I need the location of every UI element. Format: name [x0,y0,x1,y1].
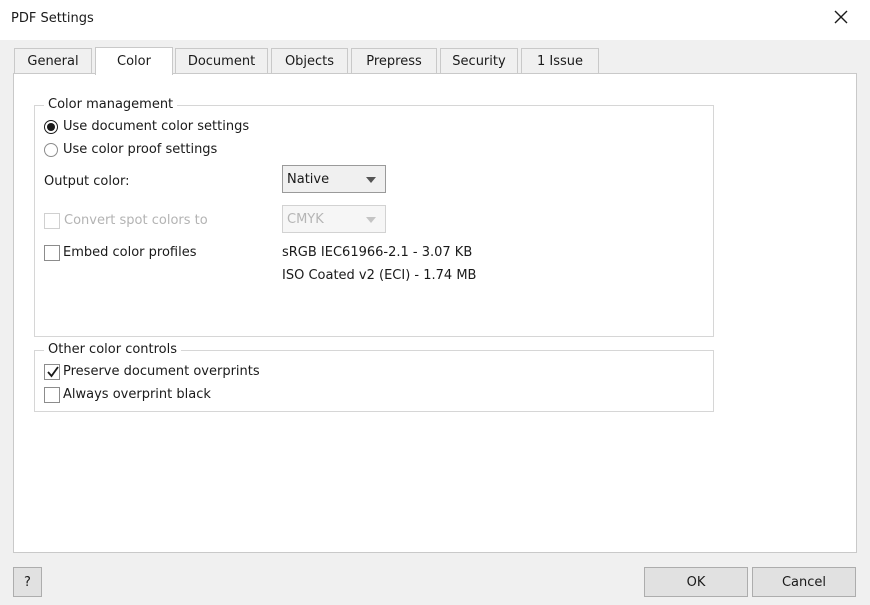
convert-spot-colors-select[interactable]: CMYK [282,205,386,233]
tab-label: Objects [284,54,335,69]
profile-item: ISO Coated v2 (ECI) - 1.74 MB [282,268,477,283]
preserve-overprints-label: Preserve document overprints [63,364,260,379]
output-color-select[interactable]: Native [282,165,386,193]
chevron-down-icon [366,217,376,223]
tab-objects[interactable]: Objects [271,48,348,74]
tab-label: Color [117,54,151,69]
other-color-controls-legend: Other color controls [44,342,182,357]
profile-item: sRGB IEC61966-2.1 - 3.07 KB [282,245,473,260]
color-management-legend: Color management [44,97,178,112]
checkmark-icon [47,366,59,378]
chevron-down-icon [366,177,376,183]
overprint-black-label: Always overprint black [63,387,211,402]
tab-prepress[interactable]: Prepress [351,48,437,74]
tab-color[interactable]: Color [95,47,173,75]
output-color-value: Native [287,172,330,187]
tab-label: Prepress [366,54,422,69]
tab-label: General [27,54,79,69]
window-title: PDF Settings [11,11,94,26]
tab-label: 1 Issue [536,54,584,69]
tab-security[interactable]: Security [440,48,518,74]
convert-spot-colors-label: Convert spot colors to [64,213,208,228]
title-bar: PDF Settings [0,0,870,40]
overprint-black-checkbox[interactable] [44,387,60,403]
use-document-color-label: Use document color settings [63,119,250,134]
output-color-label: Output color: [44,174,130,189]
help-button-label: ? [24,574,31,590]
convert-spot-colors-value: CMYK [287,212,324,227]
embed-color-profiles-checkbox[interactable] [44,245,60,261]
preserve-overprints-checkbox[interactable] [44,364,60,380]
use-document-color-radio[interactable] [44,120,58,134]
embed-color-profiles-label: Embed color profiles [63,245,197,260]
close-button[interactable] [826,2,856,32]
tab-general[interactable]: General [14,48,92,74]
help-button[interactable]: ? [13,567,42,597]
ok-button[interactable]: OK [644,567,748,597]
tab-issues[interactable]: 1 Issue [521,48,599,74]
close-icon [834,10,848,24]
cancel-button[interactable]: Cancel [752,567,856,597]
convert-spot-colors-checkbox[interactable] [44,213,60,229]
ok-button-label: OK [686,574,706,590]
cancel-button-label: Cancel [781,574,827,590]
tab-label: Security [452,54,506,69]
tab-document[interactable]: Document [175,48,268,74]
other-color-controls-group [34,350,714,412]
use-color-proof-label: Use color proof settings [63,142,218,157]
use-color-proof-radio[interactable] [44,143,58,157]
tab-label: Document [187,54,256,69]
